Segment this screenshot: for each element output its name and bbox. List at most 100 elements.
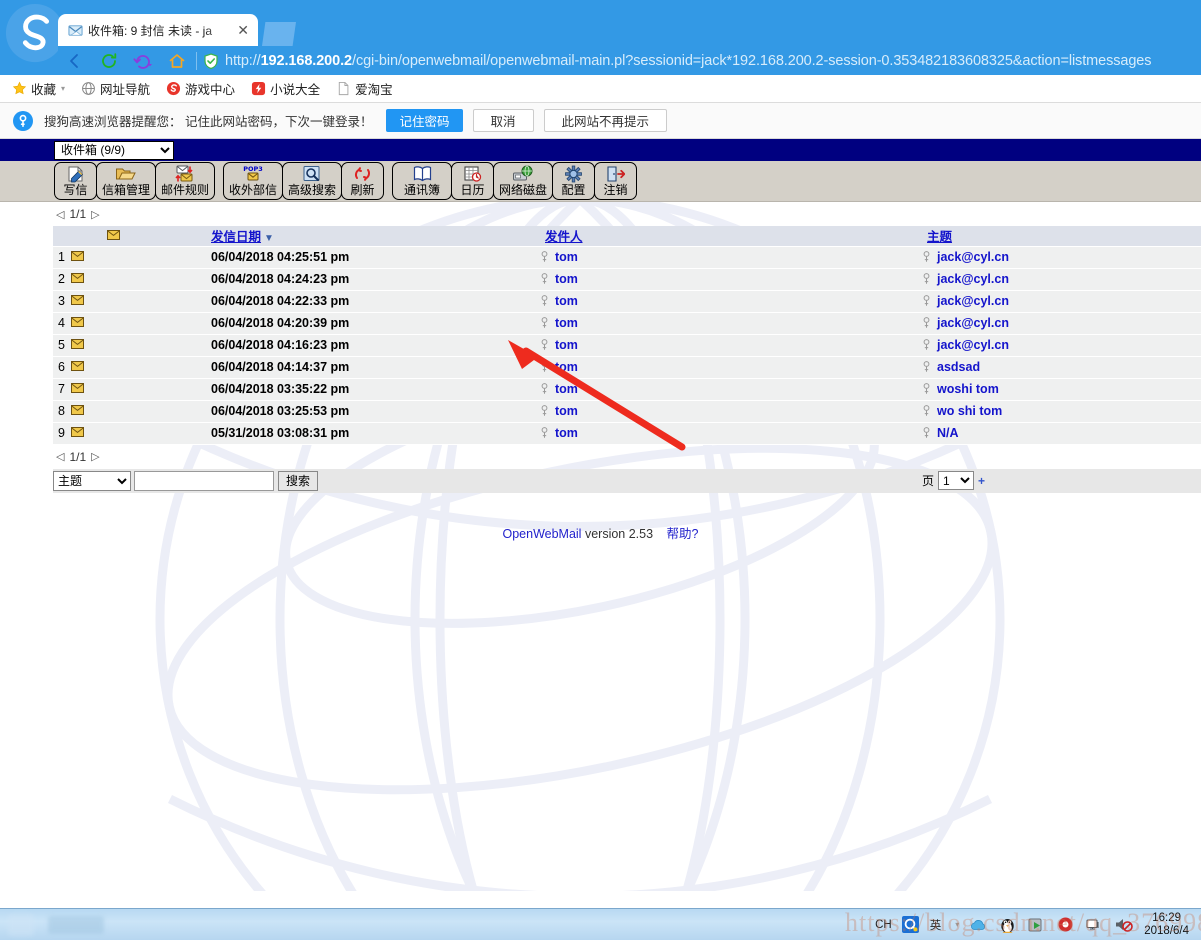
- chevron-down-icon[interactable]: ▾: [61, 84, 65, 93]
- header-from[interactable]: 发件人: [485, 226, 905, 247]
- browser-tab[interactable]: 收件箱: 9 封信 未读 - ja ✕: [58, 14, 258, 46]
- toolbar-calendar-button[interactable]: 日历: [451, 162, 494, 200]
- subject-link[interactable]: wo shi tom: [937, 404, 1002, 418]
- address-bar[interactable]: http://192.168.200.2/cgi-bin/openwebmail…: [203, 47, 1201, 75]
- new-tab-button[interactable]: [262, 22, 296, 46]
- sender-link[interactable]: tom: [555, 360, 578, 374]
- ime-mode-label[interactable]: 英: [930, 917, 942, 933]
- ime-indicator-label[interactable]: CH: [875, 919, 892, 931]
- prev-page-button[interactable]: ◁: [56, 208, 64, 221]
- taskbar-left-blurred[interactable]: [0, 913, 104, 936]
- next-page-button[interactable]: ▷: [91, 450, 99, 463]
- prev-page-button[interactable]: ◁: [56, 450, 64, 463]
- music-icon[interactable]: [1055, 915, 1075, 935]
- tab-title: 收件箱: 9 封信 未读 - ja: [88, 23, 213, 38]
- sender-link[interactable]: tom: [555, 250, 578, 264]
- toolbar-config-button[interactable]: 配置: [552, 162, 595, 200]
- header-date-link[interactable]: 发信日期: [211, 230, 261, 244]
- qq-browser-icon[interactable]: [901, 915, 921, 935]
- toolbar-advanced-search-button[interactable]: 高级搜索: [282, 162, 342, 200]
- sender-link[interactable]: tom: [555, 404, 578, 418]
- qq-penguin-icon[interactable]: [997, 915, 1017, 935]
- sender-link[interactable]: tom: [555, 316, 578, 330]
- bookmark-novels[interactable]: 小说大全: [251, 79, 320, 98]
- table-row[interactable]: 9 05/31/2018 03:08:31 pm tom N/A: [53, 422, 1201, 445]
- add-page-button[interactable]: +: [978, 474, 985, 488]
- subject-link[interactable]: asdsad: [937, 360, 980, 374]
- bookmark-game-center[interactable]: 游戏中心: [166, 79, 235, 98]
- home-button[interactable]: [160, 47, 194, 75]
- sender-link[interactable]: tom: [555, 294, 578, 308]
- row-flag[interactable]: [67, 290, 107, 313]
- toolbar-addressbook-button[interactable]: 通讯簿: [392, 162, 452, 200]
- row-flag[interactable]: [67, 246, 107, 269]
- header-subject[interactable]: 主题: [905, 226, 1201, 247]
- search-button[interactable]: 搜索: [278, 470, 319, 491]
- toolbar-folder-manage-button[interactable]: 信箱管理: [96, 162, 156, 200]
- save-password-button[interactable]: 记住密码: [386, 109, 463, 132]
- toolbar-pop3-fetch-button[interactable]: POP3 收外部信: [223, 162, 283, 200]
- reload-button[interactable]: [92, 47, 126, 75]
- row-flag[interactable]: [67, 312, 107, 335]
- table-row[interactable]: 5 06/04/2018 04:16:23 pm tom jack@cyl.cn: [53, 334, 1201, 357]
- sender-link[interactable]: tom: [555, 338, 578, 352]
- row-flag[interactable]: [67, 400, 107, 423]
- never-ask-button[interactable]: 此网站不再提示: [543, 109, 668, 132]
- folder-select[interactable]: 收件箱 (9/9): [54, 140, 174, 160]
- subject-link[interactable]: jack@cyl.cn: [937, 338, 1009, 352]
- row-flag[interactable]: [67, 378, 107, 401]
- chevron-down-icon[interactable]: ▾: [955, 920, 959, 929]
- row-flag[interactable]: [67, 356, 107, 379]
- cloud-icon[interactable]: [968, 915, 988, 935]
- table-row[interactable]: 8 06/04/2018 03:25:53 pm tom wo shi tom: [53, 400, 1201, 423]
- search-input[interactable]: [134, 470, 274, 491]
- help-link[interactable]: 帮助?: [667, 527, 699, 541]
- close-icon[interactable]: ✕: [234, 23, 252, 37]
- toolbar-netdisk-button[interactable]: 网络磁盘: [493, 162, 553, 200]
- screenshot-icon[interactable]: [1026, 915, 1046, 935]
- cancel-button[interactable]: 取消: [472, 109, 534, 132]
- table-row[interactable]: 4 06/04/2018 04:20:39 pm tom jack@cyl.cn: [53, 312, 1201, 335]
- next-page-button[interactable]: ▷: [91, 208, 99, 221]
- row-date-text: 06/04/2018 04:24:23 pm: [211, 272, 350, 286]
- search-field-select[interactable]: 主题: [53, 470, 131, 491]
- subject-link[interactable]: woshi tom: [937, 382, 999, 396]
- header-date[interactable]: 发信日期 ▼: [107, 226, 485, 247]
- volume-muted-icon[interactable]: [1113, 915, 1133, 935]
- subject-link[interactable]: jack@cyl.cn: [937, 272, 1009, 286]
- person-icon: [541, 405, 548, 416]
- sender-link[interactable]: tom: [555, 272, 578, 286]
- toolbar-refresh-button[interactable]: 刷新: [341, 162, 384, 200]
- mail-rules-icon: [173, 164, 197, 183]
- taskbar-window-button[interactable]: [48, 915, 104, 934]
- network-icon[interactable]: [1084, 915, 1104, 935]
- sender-link[interactable]: tom: [555, 382, 578, 396]
- taskbar-clock[interactable]: 16:29 2018/6/4: [1142, 912, 1195, 938]
- subject-link[interactable]: N/A: [937, 426, 959, 440]
- row-flag[interactable]: [67, 422, 107, 445]
- subject-link[interactable]: jack@cyl.cn: [937, 316, 1009, 330]
- start-button[interactable]: [8, 913, 34, 936]
- header-subject-link[interactable]: 主题: [927, 230, 952, 244]
- page-number-select[interactable]: 1: [937, 471, 974, 490]
- table-row[interactable]: 1 06/04/2018 04:25:51 pm tom jack@cyl.cn: [53, 246, 1201, 269]
- history-button[interactable]: [126, 47, 160, 75]
- table-row[interactable]: 7 06/04/2018 03:35:22 pm tom woshi tom: [53, 378, 1201, 401]
- row-flag[interactable]: [67, 334, 107, 357]
- sender-link[interactable]: tom: [555, 426, 578, 440]
- subject-link[interactable]: jack@cyl.cn: [937, 250, 1009, 264]
- row-flag[interactable]: [67, 268, 107, 291]
- back-button[interactable]: [58, 47, 92, 75]
- header-from-link[interactable]: 发件人: [545, 230, 583, 244]
- toolbar-mail-rules-button[interactable]: 邮件规则: [155, 162, 215, 200]
- bookmark-favorites[interactable]: 收藏 ▾: [12, 79, 65, 98]
- table-row[interactable]: 2 06/04/2018 04:24:23 pm tom jack@cyl.cn: [53, 268, 1201, 291]
- table-row[interactable]: 6 06/04/2018 04:14:37 pm tom asdsad: [53, 356, 1201, 379]
- toolbar-logout-button[interactable]: 注销: [594, 162, 637, 200]
- toolbar-compose-button[interactable]: 写信: [54, 162, 97, 200]
- bookmark-taobao[interactable]: 爱淘宝: [336, 79, 393, 98]
- openwebmail-link[interactable]: OpenWebMail: [502, 527, 581, 541]
- table-row[interactable]: 3 06/04/2018 04:22:33 pm tom jack@cyl.cn: [53, 290, 1201, 313]
- bookmark-nav-site[interactable]: 网址导航: [81, 79, 150, 98]
- subject-link[interactable]: jack@cyl.cn: [937, 294, 1009, 308]
